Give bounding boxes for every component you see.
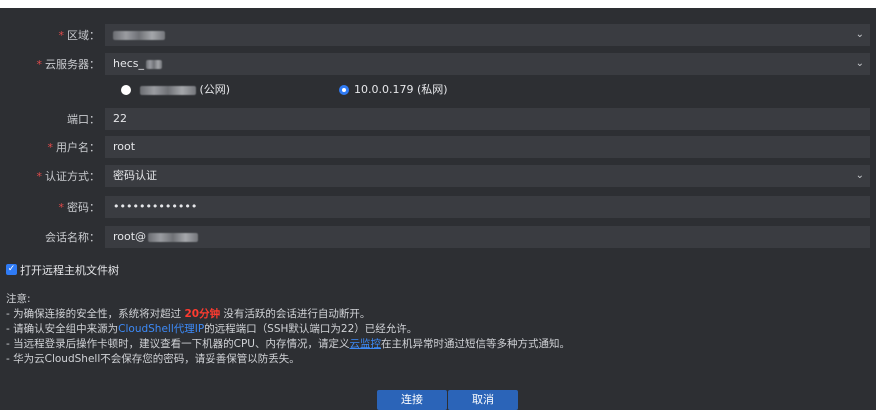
port-input[interactable]: 22 bbox=[105, 108, 870, 130]
session-name-input[interactable]: root@ bbox=[105, 226, 870, 248]
connect-button[interactable]: 连接 bbox=[377, 390, 447, 410]
username-input[interactable]: root bbox=[105, 136, 870, 158]
private-ip-option[interactable]: 10.0.0.179 (私网) bbox=[354, 83, 448, 97]
auth-row: * 认证方式： 密码认证 ⌄ bbox=[0, 165, 876, 187]
public-ip-option[interactable]: (公网) bbox=[140, 83, 230, 97]
file-tree-checkbox[interactable]: ✓ bbox=[6, 264, 17, 275]
auth-label: * 认证方式： bbox=[36, 170, 101, 183]
required-mark: * bbox=[58, 29, 65, 42]
required-mark: * bbox=[36, 58, 43, 71]
server-value: hecs_ bbox=[113, 57, 145, 70]
region-select[interactable]: ⌄ bbox=[105, 24, 870, 46]
port-row: 端口： 22 bbox=[0, 108, 876, 130]
password-row: * 密码： ••••••••••••• bbox=[0, 196, 876, 218]
cancel-button[interactable]: 取消 bbox=[448, 390, 518, 410]
session-label: 会话名称： bbox=[45, 231, 100, 244]
note-monitoring: - 当远程登录后操作卡顿时，建议查看一下机器的CPU、内存情况，请定义云监控在主… bbox=[6, 338, 570, 350]
redacted-server bbox=[146, 59, 163, 69]
username-row: * 用户名： root bbox=[0, 136, 876, 158]
required-mark: * bbox=[58, 201, 65, 214]
server-row: * 云服务器： hecs_ ⌄ bbox=[0, 53, 876, 75]
public-ip-radio[interactable] bbox=[121, 85, 131, 95]
required-mark: * bbox=[47, 141, 54, 154]
region-row: * 区域： ⌄ bbox=[0, 24, 876, 46]
server-select[interactable]: hecs_ ⌄ bbox=[105, 53, 870, 75]
cloudshell-proxy-ip-link[interactable]: CloudShell代理IP bbox=[118, 323, 204, 335]
chevron-down-icon: ⌄ bbox=[855, 58, 864, 69]
private-ip-radio[interactable] bbox=[339, 85, 349, 95]
auth-value: 密码认证 bbox=[113, 169, 157, 182]
remote-login-dialog: * 区域： ⌄ * 云服务器： hecs_ ⌄ (公网) 10.0.0.179 (私… bbox=[0, 8, 876, 410]
notes-title: 注意: bbox=[6, 293, 31, 305]
note-timeout: - 为确保连接的安全性，系统将对超过 20分钟 没有活跃的会话进行自动断开。 bbox=[6, 308, 371, 320]
auth-select[interactable]: 密码认证 ⌄ bbox=[105, 165, 870, 187]
region-label: * 区域： bbox=[58, 29, 101, 42]
session-value: root@ bbox=[113, 230, 147, 243]
ip-radio-group: (公网) 10.0.0.179 (私网) bbox=[0, 83, 876, 101]
notes-section: 注意: - 为确保连接的安全性，系统将对超过 20分钟 没有活跃的会话进行自动断… bbox=[6, 292, 866, 367]
required-mark: * bbox=[36, 170, 43, 183]
note-security-group: - 请确认安全组中来源为CloudShell代理IP的远程端口（SSH默认端口为… bbox=[6, 323, 418, 335]
password-label: * 密码： bbox=[58, 201, 101, 214]
public-ip-suffix: (公网) bbox=[199, 83, 231, 96]
redacted-public-ip bbox=[140, 85, 196, 95]
server-label: * 云服务器： bbox=[36, 58, 101, 71]
chevron-down-icon: ⌄ bbox=[855, 29, 864, 40]
username-label: * 用户名： bbox=[47, 141, 101, 154]
session-row: 会话名称： root@ bbox=[0, 226, 876, 248]
password-input[interactable]: ••••••••••••• bbox=[105, 196, 870, 218]
note-password: - 华为云CloudShell不会保存您的密码，请妥善保管以防丢失。 bbox=[6, 353, 300, 365]
cloud-monitor-link[interactable]: 云监控 bbox=[349, 338, 381, 350]
port-label: 端口： bbox=[67, 113, 100, 126]
file-tree-label[interactable]: 打开远程主机文件树 bbox=[20, 262, 119, 278]
redacted-session bbox=[148, 232, 199, 242]
redacted-region bbox=[113, 30, 165, 40]
chevron-down-icon: ⌄ bbox=[855, 170, 864, 181]
